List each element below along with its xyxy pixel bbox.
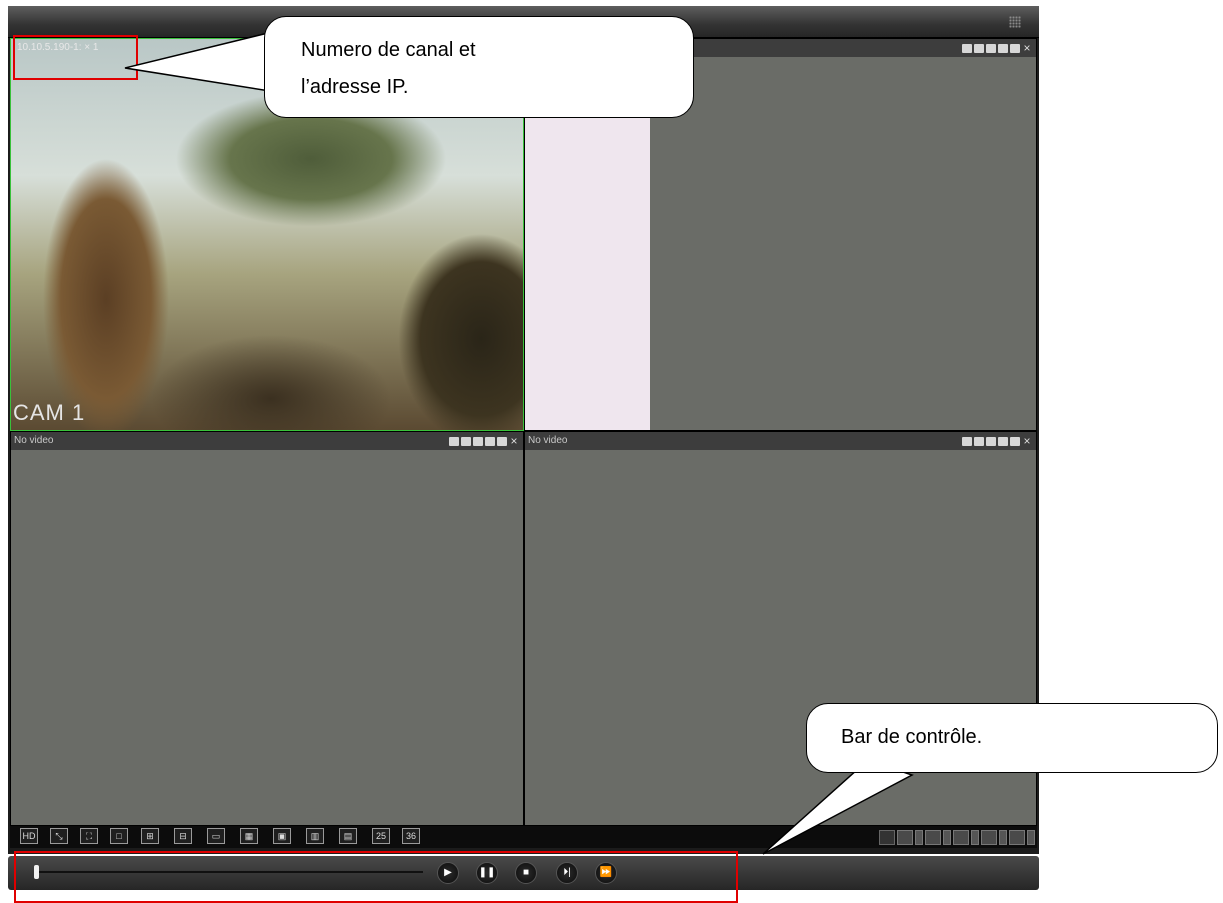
grip-icon[interactable] xyxy=(1009,16,1021,28)
layout-sixteen-icon[interactable] xyxy=(1009,829,1025,845)
quick-layout-group xyxy=(879,826,1035,848)
audio-icon[interactable] xyxy=(1010,436,1020,446)
snapshot-icon[interactable] xyxy=(974,436,984,446)
callout-control-text: Bar de contrôle. xyxy=(841,726,983,748)
layout-single-icon[interactable] xyxy=(897,829,913,845)
callout-channel-ip: Numero de canal et l’adresse IP. xyxy=(264,16,694,118)
record-icon[interactable] xyxy=(449,436,459,446)
camera-label: CAM 1 xyxy=(13,400,86,425)
callout-channel-line1: Numero de canal et xyxy=(301,39,476,61)
callout-channel-line2: l’adresse IP. xyxy=(301,76,409,98)
zoom-icon[interactable] xyxy=(998,436,1008,446)
dropdown-arrow-icon[interactable] xyxy=(915,829,923,845)
dropdown-arrow-icon[interactable] xyxy=(1027,829,1035,845)
layout-36-button[interactable]: 36 xyxy=(402,828,420,844)
pane-tools: × xyxy=(962,432,1032,450)
layout-9-button[interactable]: ▦ xyxy=(240,828,258,844)
layout-13-button[interactable]: ▥ xyxy=(306,828,324,844)
pane-title: No video xyxy=(528,435,568,446)
pane-title: No video xyxy=(14,435,54,446)
zoom-icon[interactable] xyxy=(998,43,1008,53)
callout-control-bar: Bar de contrôle. xyxy=(806,703,1218,773)
talk-icon[interactable] xyxy=(986,436,996,446)
close-icon[interactable]: × xyxy=(1022,42,1032,54)
record-icon[interactable] xyxy=(962,43,972,53)
audio-icon[interactable] xyxy=(1010,43,1020,53)
talk-icon[interactable] xyxy=(986,43,996,53)
layout-wide-icon[interactable] xyxy=(953,829,969,845)
record-icon[interactable] xyxy=(962,436,972,446)
pane-tools: × xyxy=(962,39,1032,57)
snapshot-icon[interactable] xyxy=(461,436,471,446)
layout-toolbar: HD ⤡ ⛶ □ ⊞ ⊟ ▭ ▦ ▣ ▥ ▤ 25 36 xyxy=(10,826,1037,848)
layout-toggle-icon[interactable] xyxy=(879,829,895,845)
layout-1-button[interactable]: □ xyxy=(110,828,128,844)
layout-6-button[interactable]: ⊟ xyxy=(174,828,192,844)
snapshot-icon[interactable] xyxy=(974,43,984,53)
layout-quad-icon[interactable] xyxy=(925,829,941,845)
dropdown-arrow-icon[interactable] xyxy=(943,829,951,845)
annotation-highlight-control xyxy=(14,851,738,903)
layout-4-button[interactable]: ⊞ xyxy=(141,828,159,844)
layout-nine-icon[interactable] xyxy=(981,829,997,845)
zoom-icon[interactable] xyxy=(485,436,495,446)
dropdown-arrow-icon[interactable] xyxy=(999,829,1007,845)
pane-tools: × xyxy=(449,432,519,450)
stretch-button[interactable]: ⤡ xyxy=(50,828,68,844)
dropdown-arrow-icon[interactable] xyxy=(971,829,979,845)
hd-button[interactable]: HD xyxy=(20,828,38,844)
layout-10-button[interactable]: ▣ xyxy=(273,828,291,844)
talk-icon[interactable] xyxy=(473,436,483,446)
layout-25-button[interactable]: 25 xyxy=(372,828,390,844)
close-icon[interactable]: × xyxy=(509,435,519,447)
fullscreen-button[interactable]: ⛶ xyxy=(80,828,98,844)
video-pane-3[interactable]: No video × xyxy=(10,431,524,826)
pane-header: No video × xyxy=(525,432,1036,450)
audio-icon[interactable] xyxy=(497,436,507,446)
close-icon[interactable]: × xyxy=(1022,435,1032,447)
layout-8-button[interactable]: ▭ xyxy=(207,828,225,844)
pane-header: No video × xyxy=(11,432,523,450)
layout-16-button[interactable]: ▤ xyxy=(339,828,357,844)
annotation-highlight-channel xyxy=(13,35,138,80)
